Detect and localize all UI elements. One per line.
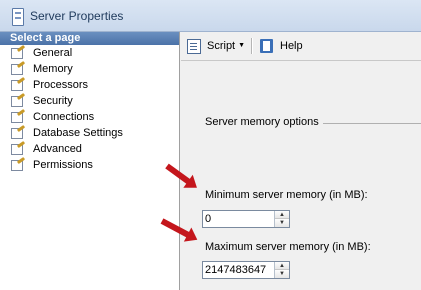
toolbar-separator [251, 38, 253, 54]
window-title: Server Properties [30, 9, 124, 23]
page-wrench-icon [11, 108, 26, 123]
max-memory-decrement-button[interactable]: ▼ [275, 270, 289, 278]
page-item-connections[interactable]: Connections [0, 108, 179, 125]
page-wrench-icon [11, 44, 26, 59]
page-item-label: Advanced [33, 143, 82, 155]
page-item-label: Permissions [33, 159, 93, 171]
page-wrench-icon [11, 156, 26, 171]
help-icon [260, 39, 273, 53]
help-label: Help [280, 40, 303, 52]
page-item-label: Connections [33, 111, 95, 123]
page-item-label: Memory [33, 63, 73, 75]
page-item-label: Processors [33, 79, 89, 91]
max-memory-stepper[interactable]: 2147483647 ▲ ▼ [202, 261, 290, 279]
script-button[interactable]: Script ▼ [187, 37, 245, 55]
server-properties-icon [12, 8, 24, 26]
max-memory-increment-button[interactable]: ▲ [275, 262, 289, 270]
page-wrench-icon [11, 140, 26, 155]
memory-page-content: Server memory options Minimum server mem… [181, 61, 421, 290]
min-memory-decrement-button[interactable]: ▼ [275, 219, 289, 227]
min-memory-label: Minimum server memory (in MB): [205, 189, 368, 201]
page-wrench-icon [11, 60, 26, 75]
min-memory-increment-button[interactable]: ▲ [275, 211, 289, 219]
help-button[interactable]: Help [260, 37, 303, 55]
script-icon [187, 39, 201, 54]
min-memory-spin-buttons: ▲ ▼ [274, 211, 289, 227]
max-memory-label: Maximum server memory (in MB): [205, 241, 371, 253]
main-panel: Script ▼ Help Server memory options Minim… [181, 32, 421, 290]
page-wrench-icon [11, 124, 26, 139]
max-memory-spin-buttons: ▲ ▼ [274, 262, 289, 278]
page-item-permissions[interactable]: Permissions [0, 156, 179, 173]
title-bar: Server Properties [0, 0, 421, 32]
page-item-label: General [33, 47, 73, 59]
group-divider [320, 123, 421, 124]
page-item-advanced[interactable]: Advanced [0, 140, 179, 157]
page-item-memory[interactable]: Memory [0, 60, 179, 77]
page-item-label: Security [33, 95, 73, 107]
page-item-database-settings[interactable]: Database Settings [0, 124, 179, 141]
memory-options-group-title: Server memory options [205, 116, 323, 128]
max-memory-value[interactable]: 2147483647 [205, 264, 266, 277]
page-wrench-icon [11, 76, 26, 91]
page-item-security[interactable]: Security [0, 92, 179, 109]
chevron-down-icon[interactable]: ▼ [238, 37, 245, 55]
min-memory-stepper[interactable]: 0 ▲ ▼ [202, 210, 290, 228]
page-wrench-icon [11, 92, 26, 107]
page-item-label: Database Settings [33, 127, 123, 139]
select-page-panel: Select a page General Memory Processors … [0, 32, 180, 290]
page-item-general[interactable]: General [0, 44, 179, 61]
select-page-header: Select a page [0, 32, 179, 45]
page-item-processors[interactable]: Processors [0, 76, 179, 93]
toolbar: Script ▼ Help [181, 32, 421, 61]
min-memory-value[interactable]: 0 [205, 213, 211, 226]
script-label: Script [207, 40, 236, 52]
